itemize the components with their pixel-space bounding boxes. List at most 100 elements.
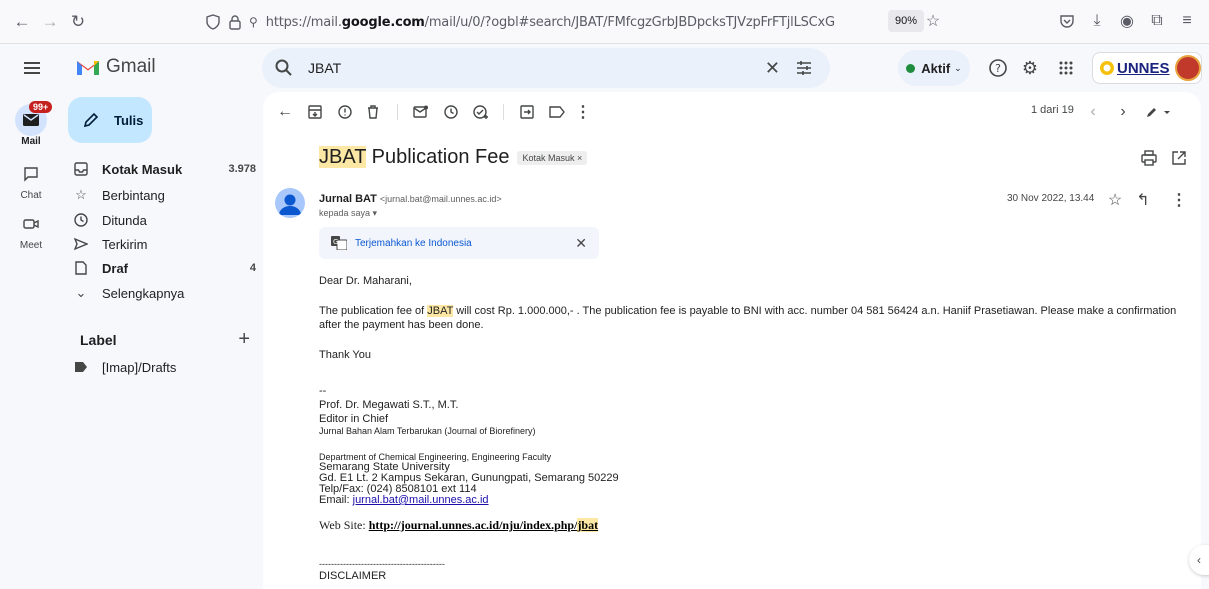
toolbar-divider: [503, 104, 504, 120]
permissions-icon[interactable]: ⚲: [249, 15, 258, 29]
search-bar[interactable]: JBAT ✕: [262, 48, 830, 88]
reply-icon[interactable]: ↰: [1133, 190, 1153, 210]
account-icon[interactable]: ◉: [1116, 10, 1138, 32]
sidebar-item-label: Terkirim: [102, 236, 148, 252]
more-vert-icon[interactable]: ⋮: [1169, 190, 1189, 210]
status-button[interactable]: Aktif ⌄: [898, 50, 970, 86]
sidebar-item-inbox[interactable]: Kotak Masuk 3.978: [72, 156, 258, 182]
add-label-icon[interactable]: +: [238, 328, 250, 351]
zoom-level[interactable]: 90%: [888, 10, 925, 32]
avatar[interactable]: [1174, 55, 1201, 81]
sidebar-item-more[interactable]: ⌄ Selengkapnya: [72, 280, 258, 306]
sidebar-item-sent[interactable]: Terkirim: [72, 231, 258, 257]
translate-bar: G Terjemahkan ke Indonesia ✕: [319, 227, 599, 259]
sidebar-item-label: Ditunda: [102, 212, 147, 228]
help-icon[interactable]: ?: [986, 56, 1010, 80]
disclaimer-heading: DISCLAIMER: [319, 570, 387, 582]
sidebar-item-count: 3.978: [228, 163, 256, 175]
gmail-header: Gmail JBAT ✕ Aktif ⌄ ? ⚙ UNNES: [0, 44, 1209, 92]
labels-heading: Label +: [80, 328, 250, 351]
close-icon[interactable]: ✕: [575, 235, 587, 252]
chevron-left-icon: ‹: [1197, 553, 1201, 567]
archive-icon[interactable]: [305, 102, 325, 122]
url-text: https://mail.google.com/mail/u/0/?ogbl#s…: [265, 14, 835, 30]
sig-journal: Jurnal Bahan Alam Terbarukan (Journal of…: [319, 426, 536, 436]
svg-text:G: G: [333, 238, 338, 246]
rail-item-meet[interactable]: Meet: [0, 208, 62, 251]
back-to-list-icon[interactable]: ←: [275, 102, 295, 122]
sidebar-item-drafts[interactable]: Draf 4: [72, 255, 258, 281]
apps-grid-icon[interactable]: [1054, 56, 1078, 80]
forward-arrow-icon[interactable]: →: [38, 10, 62, 34]
sidebar-label-imap-drafts[interactable]: [Imap]/Drafts: [72, 354, 258, 380]
sig-dashes: --: [319, 385, 327, 397]
unnes-logo: [1100, 61, 1114, 75]
sig-name: Prof. Dr. Megawati S.T., M.T.: [319, 399, 459, 411]
translate-link[interactable]: Terjemahkan ke Indonesia: [355, 238, 472, 249]
chat-icon: [24, 167, 38, 182]
rail-item-chat[interactable]: Chat: [0, 158, 62, 201]
email-link[interactable]: jurnal.bat@mail.unnes.ac.id: [353, 494, 489, 506]
search-options-icon[interactable]: [794, 58, 814, 78]
pocket-icon[interactable]: [1056, 10, 1078, 32]
sender-avatar[interactable]: [275, 188, 305, 218]
star-icon[interactable]: ☆: [1105, 190, 1125, 210]
search-input[interactable]: JBAT: [308, 60, 341, 76]
pagination-text: 1 dari 19: [1031, 104, 1074, 116]
website-link[interactable]: http://journal.unnes.ac.id/nju/index.php…: [369, 518, 599, 532]
sidebar-item-starred[interactable]: ☆ Berbintang: [72, 182, 258, 208]
status-label: Aktif: [921, 60, 951, 76]
download-icon[interactable]: ⤓: [1086, 10, 1108, 32]
gmail-logo[interactable]: Gmail: [76, 56, 156, 78]
recipient-line[interactable]: kepada saya ▾: [319, 208, 377, 219]
sender-name[interactable]: Jurnal BAT: [319, 193, 377, 205]
draft-icon: [72, 259, 90, 277]
older-chevron-icon[interactable]: ›: [1113, 102, 1133, 122]
more-vert-icon[interactable]: ⋮: [573, 102, 593, 122]
sig-role: Editor in Chief: [319, 413, 389, 425]
back-arrow-icon[interactable]: ←: [10, 10, 34, 34]
print-icon[interactable]: [1139, 148, 1159, 168]
snooze-icon[interactable]: [441, 102, 461, 122]
toolbar-divider: [397, 104, 398, 120]
compose-button[interactable]: Tulis: [68, 97, 152, 143]
email-date: 30 Nov 2022, 13.44: [1007, 193, 1095, 204]
trash-icon[interactable]: [363, 102, 383, 122]
message-view: ← ⋮ 1 dari 19 ‹ › JBAT Publication Fee K…: [263, 92, 1201, 589]
menu-icon[interactable]: ≡: [1176, 10, 1198, 32]
newer-chevron-icon[interactable]: ‹: [1083, 102, 1103, 122]
video-camera-icon: [23, 219, 39, 229]
sidebar-item-snoozed[interactable]: Ditunda: [72, 207, 258, 233]
greeting: Dear Dr. Maharani,: [319, 275, 412, 287]
label-tag-icon: [72, 358, 90, 376]
add-task-icon[interactable]: [471, 102, 491, 122]
bookmark-star-icon[interactable]: ☆: [922, 10, 944, 32]
main-menu-icon[interactable]: [20, 56, 44, 80]
message-toolbar: ← ⋮ 1 dari 19 ‹ ›: [263, 92, 1201, 132]
mark-unread-icon[interactable]: [411, 102, 431, 122]
brand-text: UNNES: [1117, 59, 1170, 77]
email-subject: JBAT Publication Fee Kotak Masuk ×: [319, 146, 588, 169]
rail-item-mail[interactable]: 99+ Mail: [0, 101, 62, 147]
reload-icon[interactable]: ↻: [66, 10, 90, 34]
clear-search-icon[interactable]: ✕: [765, 58, 780, 79]
body-paragraph: The publication fee of JBAT will cost Rp…: [319, 305, 1177, 331]
input-tools-icon[interactable]: [1143, 102, 1173, 122]
inbox-label-chip[interactable]: Kotak Masuk ×: [517, 150, 588, 165]
settings-gear-icon[interactable]: ⚙: [1018, 56, 1042, 80]
browser-toolbar: ← → ↻ ⚲ https://mail.google.com/mail/u/0…: [0, 0, 1209, 44]
sidebar-item-label: Draf: [102, 260, 129, 276]
account-switcher[interactable]: UNNES: [1092, 52, 1202, 84]
report-spam-icon[interactable]: [335, 102, 355, 122]
move-to-icon[interactable]: [517, 102, 537, 122]
open-new-window-icon[interactable]: [1169, 148, 1189, 168]
translate-icon: G: [331, 236, 347, 250]
unread-badge: 99+: [29, 101, 53, 113]
sender-address: <jurnal.bat@mail.unnes.ac.id>: [379, 194, 502, 204]
sidebar-item-label: Kotak Masuk: [102, 161, 183, 177]
label-icon[interactable]: [547, 102, 567, 122]
extensions-icon[interactable]: ⧉: [1146, 10, 1168, 32]
shield-icon: [206, 14, 220, 30]
search-icon[interactable]: [274, 58, 294, 78]
compose-label: Tulis: [114, 112, 144, 128]
